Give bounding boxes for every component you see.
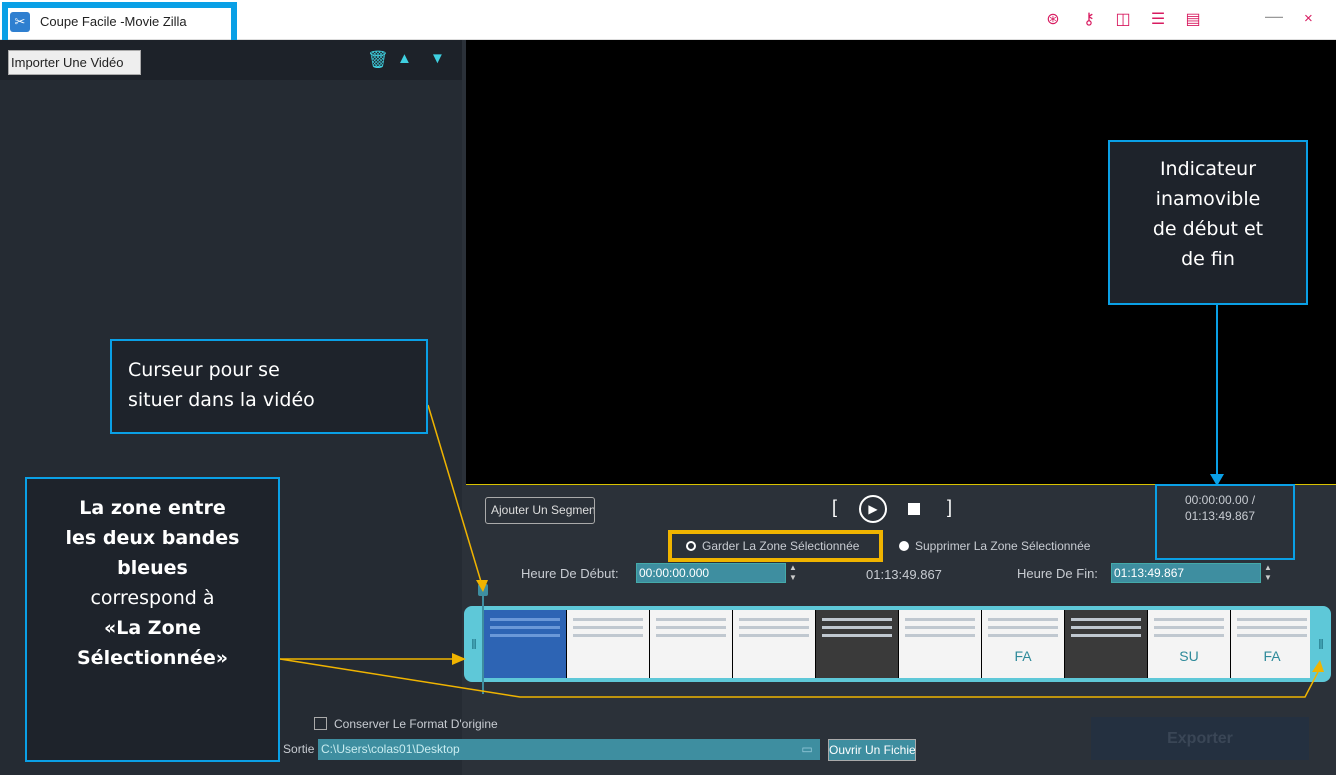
- frame-line: [1154, 634, 1224, 637]
- frame-line: [739, 634, 809, 637]
- end-time-label: Heure De Fin:: [1017, 566, 1098, 581]
- add-segment-button[interactable]: Ajouter Un Segment: [485, 497, 595, 524]
- frame-line: [905, 618, 975, 621]
- frame-line: [573, 634, 643, 637]
- folder-icon[interactable]: ▭: [794, 739, 820, 760]
- zone-callout: La zone entre les deux bandes bleues cor…: [25, 477, 280, 762]
- export-button[interactable]: Exporter: [1091, 717, 1309, 760]
- set-start-button[interactable]: [: [832, 497, 837, 518]
- frame-line: [656, 618, 726, 621]
- end-handle[interactable]: ‖: [1311, 608, 1331, 680]
- start-handle[interactable]: ‖: [464, 608, 484, 680]
- radio-indicator: [899, 541, 909, 551]
- import-video-button[interactable]: Importer Une Vidéo: [8, 50, 141, 75]
- frame-line: [1071, 618, 1141, 621]
- frame-line: [1154, 618, 1224, 621]
- frame-line: [739, 626, 809, 629]
- close-button[interactable]: ×: [1304, 10, 1313, 27]
- selection-duration: 01:13:49.867: [866, 567, 942, 582]
- fixed-indicator-callout: Indicateur inamovible de début et de fin: [1108, 140, 1308, 305]
- end-time-spinner[interactable]: ▲ ▼: [1261, 563, 1275, 583]
- frame-line: [905, 634, 975, 637]
- frame-line: [490, 634, 560, 637]
- frame-line: [656, 626, 726, 629]
- move-down-icon[interactable]: ▼: [430, 50, 445, 67]
- minimize-button[interactable]: —: [1265, 6, 1283, 27]
- keep-zone-highlight: [668, 530, 883, 562]
- thumbnail-frame: FA: [982, 610, 1064, 678]
- cart-icon[interactable]: ⊛: [1042, 10, 1064, 30]
- frame-line: [573, 618, 643, 621]
- start-time-spinner[interactable]: ▲ ▼: [786, 563, 800, 583]
- frame-line: [988, 626, 1058, 629]
- time-indicator-highlight: [1155, 484, 1295, 560]
- output-dir-input[interactable]: C:\Users\colas01\Desktop: [318, 739, 794, 760]
- start-time-input[interactable]: 00:00:00.000: [636, 563, 786, 583]
- stop-icon[interactable]: [908, 503, 920, 515]
- move-up-icon[interactable]: ▲: [397, 50, 412, 67]
- frame-text: FA: [1263, 648, 1281, 664]
- thumbnail-strip: FA SU FA: [484, 610, 1310, 678]
- trash-icon[interactable]: 🗑: [367, 50, 389, 70]
- frame-text: FA: [1014, 648, 1032, 664]
- layout-icon[interactable]: ◫: [1112, 10, 1134, 30]
- frame-line: [988, 618, 1058, 621]
- menu-icon[interactable]: ▤: [1182, 10, 1204, 30]
- set-end-button[interactable]: ]: [947, 497, 952, 518]
- open-file-button[interactable]: Ouvrir Un Fichier: [828, 739, 916, 761]
- frame-line: [656, 634, 726, 637]
- thumbnail-frame: FA: [1231, 610, 1310, 678]
- frame-line: [905, 626, 975, 629]
- keep-format-label: Conserver Le Format D'origine: [334, 717, 498, 731]
- frame-line: [822, 634, 892, 637]
- thumbnail-frame: [1065, 610, 1147, 678]
- frame-line: [1237, 618, 1307, 621]
- frame-line: [822, 618, 892, 621]
- playhead-handle[interactable]: [478, 584, 488, 596]
- frame-line: [1071, 634, 1141, 637]
- thumbnail-frame: [899, 610, 981, 678]
- keep-format-checkbox[interactable]: [314, 717, 327, 730]
- frame-line: [490, 618, 560, 621]
- list-settings-icon[interactable]: ☰: [1147, 10, 1169, 30]
- frame-line: [739, 618, 809, 621]
- start-time-label: Heure De Début:: [521, 566, 619, 581]
- thumbnail-frame: [733, 610, 815, 678]
- frame-line: [1237, 626, 1307, 629]
- thumbnail-frame: [816, 610, 898, 678]
- frame-line: [988, 634, 1058, 637]
- frame-text: SU: [1179, 648, 1199, 664]
- thumbnail-frame: [567, 610, 649, 678]
- thumbnail-frame: [484, 610, 566, 678]
- cursor-callout: Curseur pour se situer dans la vidéo: [110, 339, 428, 434]
- remove-zone-radio[interactable]: Supprimer La Zone Sélectionnée: [899, 539, 1090, 553]
- frame-line: [822, 626, 892, 629]
- end-time-input[interactable]: 01:13:49.867: [1111, 563, 1261, 583]
- playhead-line: [482, 586, 484, 694]
- thumbnail-frame: SU: [1148, 610, 1230, 678]
- key-icon[interactable]: ⚷: [1078, 10, 1100, 30]
- frame-line: [490, 626, 560, 629]
- frame-line: [573, 626, 643, 629]
- play-icon[interactable]: ▶: [859, 495, 887, 523]
- frame-line: [1237, 634, 1307, 637]
- thumbnail-frame: [650, 610, 732, 678]
- frame-line: [1071, 626, 1141, 629]
- frame-line: [1154, 626, 1224, 629]
